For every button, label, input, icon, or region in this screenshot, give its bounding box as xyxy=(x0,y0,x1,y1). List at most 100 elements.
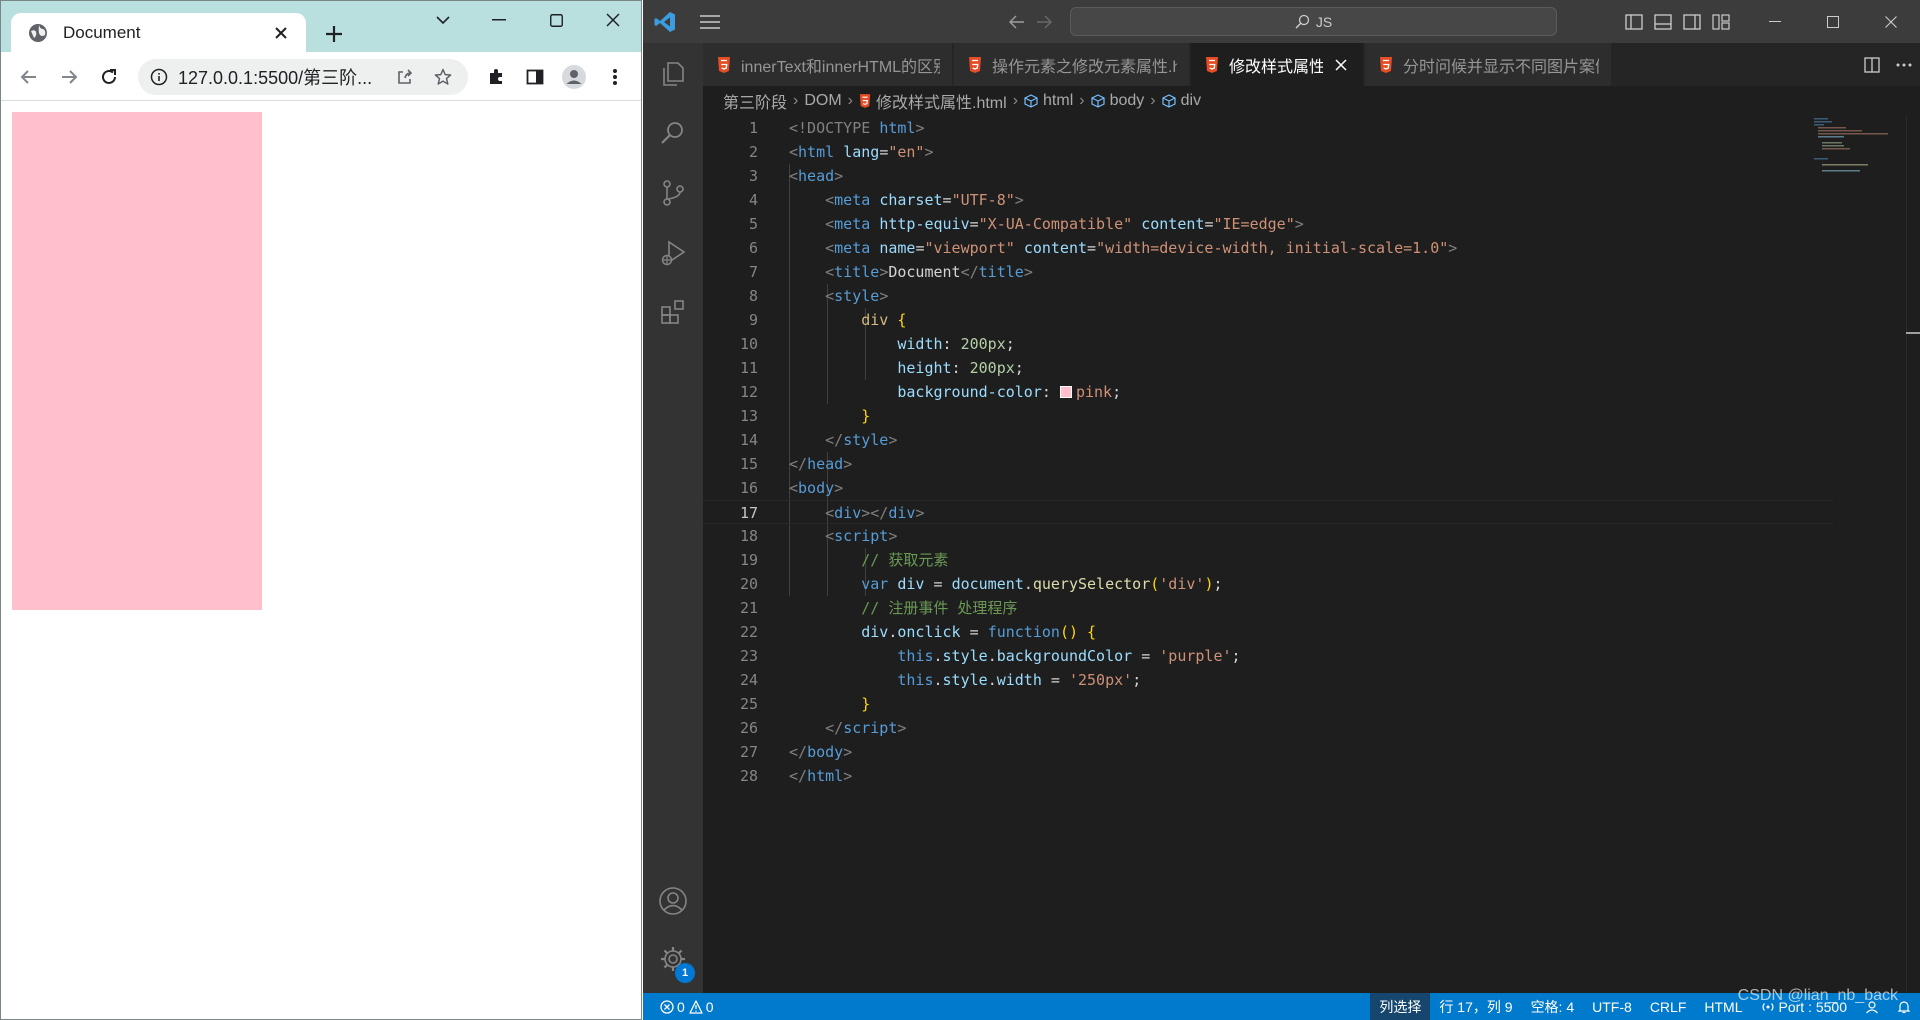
vs-minimize-button[interactable] xyxy=(1746,0,1804,43)
reload-button[interactable] xyxy=(92,60,126,94)
breadcrumb-separator-icon: › xyxy=(1012,92,1019,109)
encoding-status[interactable]: UTF-8 xyxy=(1583,993,1641,1020)
breadcrumb-separator-icon: › xyxy=(1150,92,1156,109)
toggle-panel-icon[interactable] xyxy=(1651,10,1675,34)
minimap[interactable] xyxy=(1812,116,1892,176)
command-center-search[interactable]: JS xyxy=(1070,7,1557,36)
breadcrumb: 第三阶段 › DOM › 修改样式属性.html › html › body ›… xyxy=(703,86,1920,116)
line-number: 15 xyxy=(739,455,758,473)
breadcrumb-item[interactable]: body xyxy=(1110,92,1145,110)
pink-div-box[interactable] xyxy=(12,112,262,610)
editor-tab-modify-style[interactable]: 修改样式属性.html xyxy=(1191,43,1364,86)
extensions-icon[interactable] xyxy=(643,283,703,341)
color-swatch[interactable] xyxy=(1059,386,1072,398)
vs-close-button[interactable] xyxy=(1862,0,1920,43)
browser-window: Document 127.0.0.1:5500/第三阶... xyxy=(0,0,642,1020)
editor-tab-modify-attr[interactable]: 操作元素之修改元素属性.html xyxy=(954,43,1190,86)
bookmark-star-icon[interactable] xyxy=(428,62,458,92)
editor-tab-label: innerText和innerHTML的区别.html xyxy=(741,58,940,76)
split-editor-icon[interactable] xyxy=(1864,56,1880,73)
breadcrumb-item[interactable]: html xyxy=(1043,92,1073,110)
toggle-primary-sidebar-icon[interactable] xyxy=(1622,10,1646,34)
error-count: 0 xyxy=(677,998,685,1015)
profile-avatar-icon[interactable] xyxy=(557,60,591,94)
code-line: 8 <style> xyxy=(703,284,1833,308)
breadcrumb-separator-icon: › xyxy=(1079,92,1085,109)
code-token: "viewport" xyxy=(924,239,1015,257)
editor-scrollbar[interactable] xyxy=(1906,116,1920,993)
browser-menu-icon[interactable] xyxy=(598,60,632,94)
nav-forward-icon[interactable] xyxy=(1032,11,1056,33)
code-token: div xyxy=(888,504,916,522)
code-token: content xyxy=(1023,239,1088,257)
customize-layout-icon[interactable] xyxy=(1709,10,1733,34)
code-token: "X-UA-Compatible" xyxy=(978,215,1133,233)
tab-search-button[interactable] xyxy=(415,1,471,39)
code-token: http-equiv xyxy=(879,215,970,233)
code-line: 12 background-color: pink; xyxy=(703,380,1833,404)
side-panel-icon[interactable] xyxy=(518,60,552,94)
editor-tab-label: 修改样式属性.html xyxy=(1229,58,1323,76)
minimize-button[interactable] xyxy=(471,1,527,39)
eol-status[interactable]: CRLF xyxy=(1641,993,1696,1020)
editor-tab-inner-text[interactable]: innerText和innerHTML的区别.html xyxy=(703,43,953,86)
editor-tab-greeting-case[interactable]: 分时问候并显示不同图片案例.html xyxy=(1365,43,1612,86)
column-selection-mode[interactable]: 列选择 xyxy=(1370,993,1431,1020)
breadcrumb-item[interactable]: 修改样式属性.html xyxy=(876,89,1007,113)
search-icon[interactable] xyxy=(643,104,703,162)
breadcrumb-item[interactable]: DOM xyxy=(804,92,841,110)
cursor-position[interactable]: 行 17，列 9 xyxy=(1430,993,1521,1020)
close-tab-icon[interactable] xyxy=(270,22,292,44)
back-button[interactable] xyxy=(12,60,46,94)
nav-back-icon[interactable] xyxy=(1005,11,1029,33)
code-token: height xyxy=(897,359,952,377)
accounts-icon[interactable] xyxy=(643,872,703,930)
error-icon xyxy=(660,999,674,1014)
settings-update-badge: 1 xyxy=(675,963,695,983)
maximize-button[interactable] xyxy=(528,1,584,39)
explorer-icon[interactable] xyxy=(643,45,703,103)
line-number: 10 xyxy=(739,335,758,353)
forward-button[interactable] xyxy=(52,60,86,94)
code-token: name xyxy=(879,239,916,257)
problems-status[interactable]: 0 0 xyxy=(651,993,723,1020)
symbol-cube-icon xyxy=(1090,94,1105,108)
code-token: 200px xyxy=(969,359,1015,377)
code-token: head xyxy=(807,455,844,473)
code-editor[interactable]: 1 <!DOCTYPE html> 2 <html lang="en"> 3 <hea… xyxy=(703,116,1920,993)
line-number: 14 xyxy=(739,431,758,449)
code-token: meta xyxy=(834,215,871,233)
code-line: 15 </head> xyxy=(703,452,1833,476)
manage-gear-icon[interactable]: 1 xyxy=(643,930,703,988)
indentation-status[interactable]: 空格: 4 xyxy=(1522,993,1584,1020)
code-line: 5 <meta http-equiv="X-UA-Compatible" con… xyxy=(703,212,1833,236)
address-bar[interactable]: 127.0.0.1:5500/第三阶... xyxy=(138,59,468,95)
editor-tab-bar: innerText和innerHTML的区别.html 操作元素之修改元素属性.… xyxy=(703,43,1920,86)
line-number: 19 xyxy=(739,551,758,569)
close-tab-icon[interactable] xyxy=(1331,55,1351,75)
menu-icon[interactable] xyxy=(698,11,722,33)
code-line: 9 div { xyxy=(703,308,1833,332)
run-debug-icon[interactable] xyxy=(643,224,703,282)
toggle-secondary-sidebar-icon[interactable] xyxy=(1680,10,1704,34)
breadcrumb-item[interactable]: 第三阶段 xyxy=(723,89,787,113)
code-line: 27 </body> xyxy=(703,740,1833,764)
new-tab-button[interactable] xyxy=(319,19,349,49)
close-window-button[interactable] xyxy=(585,1,641,39)
extensions-icon[interactable] xyxy=(479,60,513,94)
browser-tab[interactable]: Document xyxy=(11,13,306,52)
warning-icon xyxy=(689,999,703,1014)
code-line: 2 <html lang="en"> xyxy=(703,140,1833,164)
line-number: 2 xyxy=(748,143,758,161)
share-icon[interactable] xyxy=(390,62,420,92)
vs-maximize-button[interactable] xyxy=(1804,0,1862,43)
breadcrumb-item[interactable]: div xyxy=(1181,92,1201,110)
line-number: 28 xyxy=(739,767,758,785)
code-token: html xyxy=(807,767,844,785)
more-actions-icon[interactable] xyxy=(1896,63,1912,67)
site-info-icon[interactable] xyxy=(150,68,168,86)
code-line-current: 17 <div></div> xyxy=(703,500,1833,524)
code-line: 11 height: 200px; xyxy=(703,356,1833,380)
page-viewport xyxy=(1,101,641,1019)
source-control-icon[interactable] xyxy=(643,164,703,222)
